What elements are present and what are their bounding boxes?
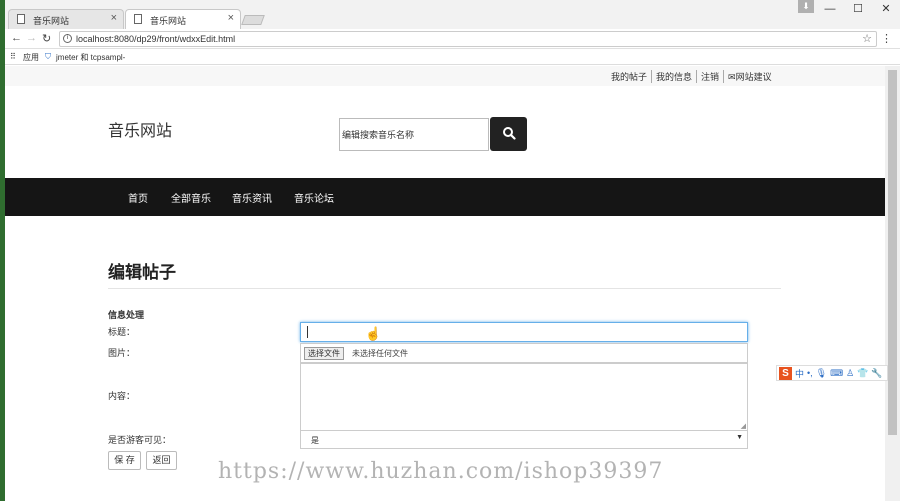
visible-select[interactable]: 是 ▼ (300, 430, 748, 449)
microphone-icon[interactable]: 🎙 (816, 368, 827, 379)
content-textarea[interactable]: ◢ (300, 363, 748, 431)
close-tab-icon[interactable]: × (111, 12, 117, 24)
wrench-icon[interactable]: 🔧 (871, 368, 882, 379)
back-arrow-icon[interactable]: ← (11, 32, 22, 44)
search-button[interactable] (490, 117, 527, 151)
browser-window: 音乐网站 × 音乐网站 × ⬇ — ☐ ✕ ← → ↻ i localhost:… (5, 0, 900, 501)
page-icon (134, 14, 142, 24)
scrollbar-thumb[interactable] (888, 70, 897, 435)
nav-music-forum[interactable]: 音乐论坛 (294, 190, 334, 205)
window-controls: — ☐ ✕ (816, 0, 900, 18)
maximize-button[interactable]: ☐ (844, 0, 872, 18)
close-window-button[interactable]: ✕ (872, 0, 900, 18)
user-profile-icon[interactable]: ⬇ (798, 0, 814, 13)
user-icon[interactable]: ♙ (846, 368, 854, 379)
watermark: https://www.huzhan.com/ishop39397 (218, 459, 664, 484)
save-button[interactable]: 保 存 (108, 451, 141, 470)
chevron-down-icon: ▼ (736, 434, 743, 441)
title-label: 标题： (108, 327, 136, 337)
minimize-button[interactable]: — (816, 0, 844, 18)
url-text: localhost:8080/dp29/front/wdxxEdit.html (76, 34, 236, 44)
search-icon (502, 126, 516, 140)
resize-handle-icon[interactable]: ◢ (741, 422, 746, 430)
logout-link[interactable]: 注销 (697, 70, 725, 83)
page-icon (17, 14, 25, 24)
tab-title: 音乐网站 (150, 16, 187, 26)
skin-icon[interactable]: 👕 (857, 368, 868, 379)
reload-icon[interactable]: ↻ (42, 32, 51, 45)
tab-2[interactable]: 音乐网站 × (125, 9, 241, 29)
visible-select-value: 是 (311, 436, 319, 445)
shield-icon: ⛉ (45, 52, 51, 61)
file-status: 未选择任何文件 (352, 349, 408, 358)
address-row: ← → ↻ i localhost:8080/dp29/front/wdxxEd… (5, 29, 900, 49)
tab-1[interactable]: 音乐网站 × (8, 9, 124, 29)
ime-toolbar: S 中 •, 🎙 ⌨ ♙ 👕 🔧 (776, 365, 888, 381)
choose-file-button[interactable]: 选择文件 (304, 347, 344, 360)
nav-music-news[interactable]: 音乐资讯 (232, 190, 272, 205)
user-links: 我的帖子 我的信息 注销 ✉网站建议 (607, 70, 776, 83)
info-icon[interactable]: i (63, 34, 72, 43)
punctuation-icon[interactable]: •, (807, 368, 813, 378)
close-tab-icon[interactable]: × (228, 12, 234, 24)
new-tab-button[interactable] (241, 15, 265, 25)
keyboard-icon[interactable]: ⌨ (830, 368, 843, 379)
web-page: 我的帖子 我的信息 注销 ✉网站建议 音乐网站 首页 全部音乐 音乐资讯 音乐论… (5, 66, 885, 501)
visible-label: 是否游客可见： (108, 435, 172, 445)
divider (108, 288, 781, 289)
text-caret (307, 326, 308, 338)
nav-all-music[interactable]: 全部音乐 (171, 190, 211, 205)
main-navbar: 首页 全部音乐 音乐资讯 音乐论坛 (5, 178, 885, 216)
page-scrollbar[interactable] (885, 66, 900, 501)
image-label: 图片： (108, 348, 136, 358)
ime-mode[interactable]: 中 (795, 367, 804, 380)
bookmark-jmeter[interactable]: jmeter 和 tcpsampl- (56, 52, 125, 63)
content-label: 内容： (108, 391, 136, 401)
hand-cursor-icon: ☝ (365, 326, 382, 341)
my-posts-link[interactable]: 我的帖子 (607, 70, 653, 83)
tab-strip: 音乐网站 × 音乐网站 × ⬇ — ☐ ✕ (5, 0, 900, 29)
apps-grid-icon[interactable]: ⠿ (10, 52, 16, 61)
my-info-link[interactable]: 我的信息 (652, 70, 698, 83)
forward-arrow-icon[interactable]: → (26, 32, 37, 44)
browser-menu-icon[interactable]: ⋮ (881, 32, 892, 45)
nav-home[interactable]: 首页 (128, 190, 148, 205)
bookmark-star-icon[interactable]: ☆ (862, 32, 872, 45)
image-file-input[interactable]: 选择文件 未选择任何文件 (300, 343, 748, 363)
address-bar[interactable]: i localhost:8080/dp29/front/wdxxEdit.htm… (59, 31, 877, 47)
site-name: 音乐网站 (108, 123, 173, 140)
page-title: 编辑帖子 (108, 263, 176, 282)
sogou-logo-icon[interactable]: S (779, 366, 792, 380)
section-label: 信息处理 (108, 310, 145, 320)
bookmarks-bar: ⠿ 应用 ⛉ jmeter 和 tcpsampl- (5, 49, 900, 65)
bookmark-apps[interactable]: 应用 (23, 52, 39, 63)
back-button[interactable]: 返回 (146, 451, 177, 470)
suggestion-link[interactable]: ✉网站建议 (724, 70, 776, 83)
search-input[interactable] (339, 118, 489, 151)
top-user-bar: 我的帖子 我的信息 注销 ✉网站建议 (5, 66, 885, 86)
tab-title: 音乐网站 (33, 16, 70, 26)
